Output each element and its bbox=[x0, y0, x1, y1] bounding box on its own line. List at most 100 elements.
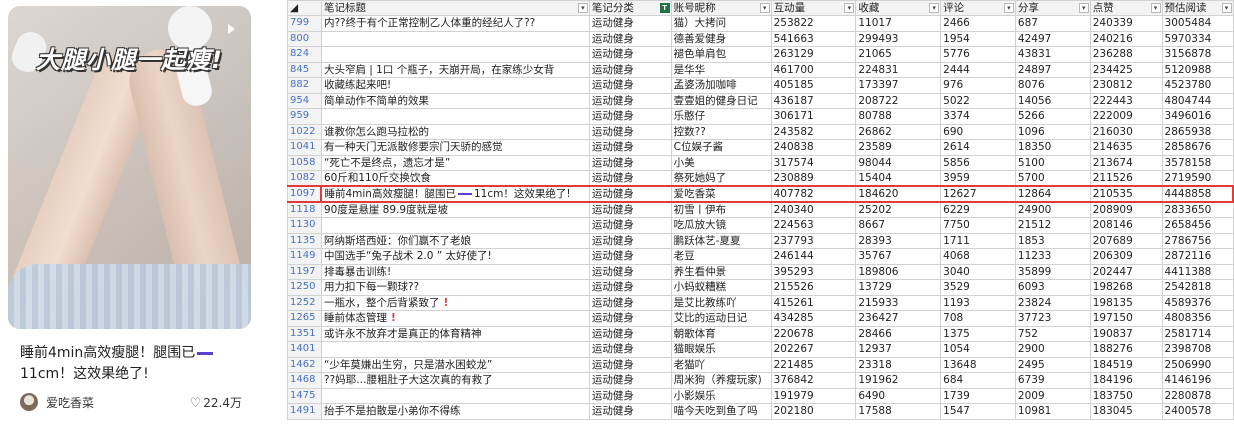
cover-image[interactable]: 大腿小腿一起瘦! bbox=[8, 6, 251, 329]
row-number[interactable]: 1058 bbox=[287, 154, 322, 171]
cell-title[interactable]: 睡前4min高效瘦腿！腿围已 11cm！这效果绝了! bbox=[320, 185, 590, 203]
cell-likes[interactable]: 208909 bbox=[1089, 201, 1163, 218]
cell-account[interactable]: 猫）大拷问 bbox=[670, 15, 772, 32]
cell-interactions[interactable]: 240838 bbox=[770, 139, 857, 156]
cell-likes[interactable]: 222009 bbox=[1089, 108, 1163, 125]
column-header-title[interactable]: 笔记标题 ▾ bbox=[320, 0, 590, 16]
cell-est-reads[interactable]: 5970334 bbox=[1161, 30, 1234, 47]
cell-est-reads[interactable]: 2833650 bbox=[1161, 201, 1234, 218]
table-row[interactable]: 1041 有一种天门无派散修要宗门天骄的感觉 运动健身 C位娱子酱 240838 2358… bbox=[287, 139, 1234, 156]
cell-likes[interactable]: 216030 bbox=[1089, 123, 1163, 140]
cell-category[interactable]: 运动健身 bbox=[588, 30, 672, 47]
row-number[interactable]: 1252 bbox=[287, 294, 322, 311]
row-number[interactable]: 954 bbox=[287, 92, 322, 109]
row-number[interactable]: 1097 bbox=[287, 185, 322, 203]
cell-likes[interactable]: 202447 bbox=[1089, 263, 1163, 280]
cell-category[interactable]: 运动健身 bbox=[588, 108, 672, 125]
cell-category[interactable]: 运动健身 bbox=[588, 341, 672, 358]
cell-account[interactable]: 控数?? bbox=[670, 123, 772, 140]
cell-category[interactable]: 运动健身 bbox=[588, 61, 672, 78]
cell-interactions[interactable]: 434285 bbox=[770, 310, 857, 327]
cell-favorites[interactable]: 15404 bbox=[855, 170, 942, 187]
cell-category[interactable]: 运动健身 bbox=[588, 46, 672, 63]
cell-favorites[interactable]: 23589 bbox=[855, 139, 942, 156]
cell-title[interactable]: 谁教你怎么跑马拉松的 bbox=[320, 123, 590, 140]
cell-likes[interactable]: 183045 bbox=[1089, 403, 1163, 420]
cell-likes[interactable]: 240216 bbox=[1089, 30, 1163, 47]
cell-title[interactable]: 一瓶水，整个后背紧致了! bbox=[320, 294, 590, 311]
cell-title[interactable] bbox=[320, 30, 590, 47]
row-number[interactable]: 1250 bbox=[287, 279, 322, 296]
cell-interactions[interactable]: 224563 bbox=[770, 217, 857, 234]
table-row[interactable]: 1475 运动健身 小影娱乐 191979 6490 1739 2009 183750 2280… bbox=[287, 387, 1234, 404]
row-number[interactable]: 1265 bbox=[287, 310, 322, 327]
cell-title[interactable] bbox=[320, 387, 590, 404]
cell-favorites[interactable]: 208722 bbox=[855, 92, 942, 109]
cell-interactions[interactable]: 541663 bbox=[770, 30, 857, 47]
cell-interactions[interactable]: 306171 bbox=[770, 108, 857, 125]
table-row[interactable]: 824 运动健身 褪色单肩包 263129 21065 5776 43831 236288 31… bbox=[287, 46, 1234, 63]
cell-category[interactable]: 运动健身 bbox=[588, 217, 672, 234]
cell-interactions[interactable]: 253822 bbox=[770, 15, 857, 32]
row-number[interactable]: 1149 bbox=[287, 248, 322, 265]
table-row[interactable]: 1468 ??妈耶…腰粗肚子大这次真的有救了 运动健身 周米狗（养瘦玩家) 376842… bbox=[287, 372, 1234, 389]
cell-account[interactable]: 祭死她妈了 bbox=[670, 170, 772, 187]
cell-shares[interactable]: 24900 bbox=[1014, 201, 1091, 218]
table-row[interactable]: 1149 中国选手“兔子战术 2.0 ” 太好使了! 运动健身 老豆 246144 357… bbox=[287, 248, 1234, 265]
cell-est-reads[interactable]: 2581714 bbox=[1161, 325, 1234, 342]
cell-est-reads[interactable]: 3005484 bbox=[1161, 15, 1234, 32]
cell-category[interactable]: 运动健身 bbox=[588, 139, 672, 156]
cell-category[interactable]: 运动健身 bbox=[588, 356, 672, 373]
cell-title[interactable]: ??妈耶…腰粗肚子大这次真的有救了 bbox=[320, 372, 590, 389]
cell-favorites[interactable]: 184620 bbox=[855, 185, 942, 203]
cell-title[interactable] bbox=[320, 108, 590, 125]
cell-est-reads[interactable]: 5120988 bbox=[1161, 61, 1234, 78]
cell-interactions[interactable]: 240340 bbox=[770, 201, 857, 218]
cell-account[interactable]: 是华华 bbox=[670, 61, 772, 78]
cell-account[interactable]: 褪色单肩包 bbox=[670, 46, 772, 63]
cell-title[interactable]: 有一种天门无派散修要宗门天骄的感觉 bbox=[320, 139, 590, 156]
cell-category[interactable]: 运动健身 bbox=[588, 310, 672, 327]
avatar[interactable] bbox=[20, 393, 38, 411]
table-row[interactable]: 1118 90度是悬崖 89.9度就是坡 运动健身 初雪丨伊布 240340 25202 6… bbox=[287, 201, 1234, 218]
cell-comments[interactable]: 6229 bbox=[940, 201, 1016, 218]
cell-account[interactable]: 艾比的运动日记 bbox=[670, 310, 772, 327]
column-header-comments[interactable]: 评论 ▾ bbox=[940, 0, 1016, 16]
cell-category[interactable]: 运动健身 bbox=[588, 77, 672, 94]
cell-account[interactable]: 爱吃香菜 bbox=[670, 185, 772, 203]
row-number[interactable]: 799 bbox=[287, 15, 322, 32]
cell-favorites[interactable]: 173397 bbox=[855, 77, 942, 94]
cell-comments[interactable]: 5022 bbox=[940, 92, 1016, 109]
row-number[interactable]: 1491 bbox=[287, 403, 322, 420]
cell-favorites[interactable]: 236427 bbox=[855, 310, 942, 327]
cell-comments[interactable]: 5856 bbox=[940, 154, 1016, 171]
cell-title[interactable] bbox=[320, 341, 590, 358]
cell-comments[interactable]: 684 bbox=[940, 372, 1016, 389]
cell-account[interactable]: 乐憨仔 bbox=[670, 108, 772, 125]
cell-shares[interactable]: 1096 bbox=[1014, 123, 1091, 140]
note-card[interactable]: 大腿小腿一起瘦! 睡前4min高效瘦腿！腿围已 11cm！这效果绝了! 爱吃香菜 … bbox=[0, 0, 262, 438]
cell-likes[interactable]: 230812 bbox=[1089, 77, 1163, 94]
cell-est-reads[interactable]: 2865938 bbox=[1161, 123, 1234, 140]
filter-dropdown-icon[interactable]: ▾ bbox=[1221, 3, 1232, 13]
cell-favorites[interactable]: 8667 bbox=[855, 217, 942, 234]
cell-title[interactable]: “少年莫嫌出生穷，只是潜水困蛟龙” bbox=[320, 356, 590, 373]
cell-category[interactable]: 运动健身 bbox=[588, 154, 672, 171]
cell-interactions[interactable]: 395293 bbox=[770, 263, 857, 280]
cell-shares[interactable]: 5700 bbox=[1014, 170, 1091, 187]
cell-favorites[interactable]: 28466 bbox=[855, 325, 942, 342]
cell-interactions[interactable]: 376842 bbox=[770, 372, 857, 389]
cell-favorites[interactable]: 28393 bbox=[855, 232, 942, 249]
table-row[interactable]: 1058 “死亡不是终点，遗忘才是” 运动健身 小美 317574 98044 5856 51… bbox=[287, 154, 1234, 171]
cell-likes[interactable]: 236288 bbox=[1089, 46, 1163, 63]
cell-est-reads[interactable]: 4146196 bbox=[1161, 372, 1234, 389]
cell-comments[interactable]: 708 bbox=[940, 310, 1016, 327]
cell-est-reads[interactable]: 3496016 bbox=[1161, 108, 1234, 125]
cell-interactions[interactable]: 317574 bbox=[770, 154, 857, 171]
cell-interactions[interactable]: 246144 bbox=[770, 248, 857, 265]
table-row[interactable]: 1250 用力扣下每一颗球?? 运动健身 小蚂蚁糟糕 215526 13729 3529 60… bbox=[287, 279, 1234, 296]
cell-category[interactable]: 运动健身 bbox=[588, 294, 672, 311]
cell-shares[interactable]: 35899 bbox=[1014, 263, 1091, 280]
cell-favorites[interactable]: 13729 bbox=[855, 279, 942, 296]
cell-est-reads[interactable]: 2786756 bbox=[1161, 232, 1234, 249]
